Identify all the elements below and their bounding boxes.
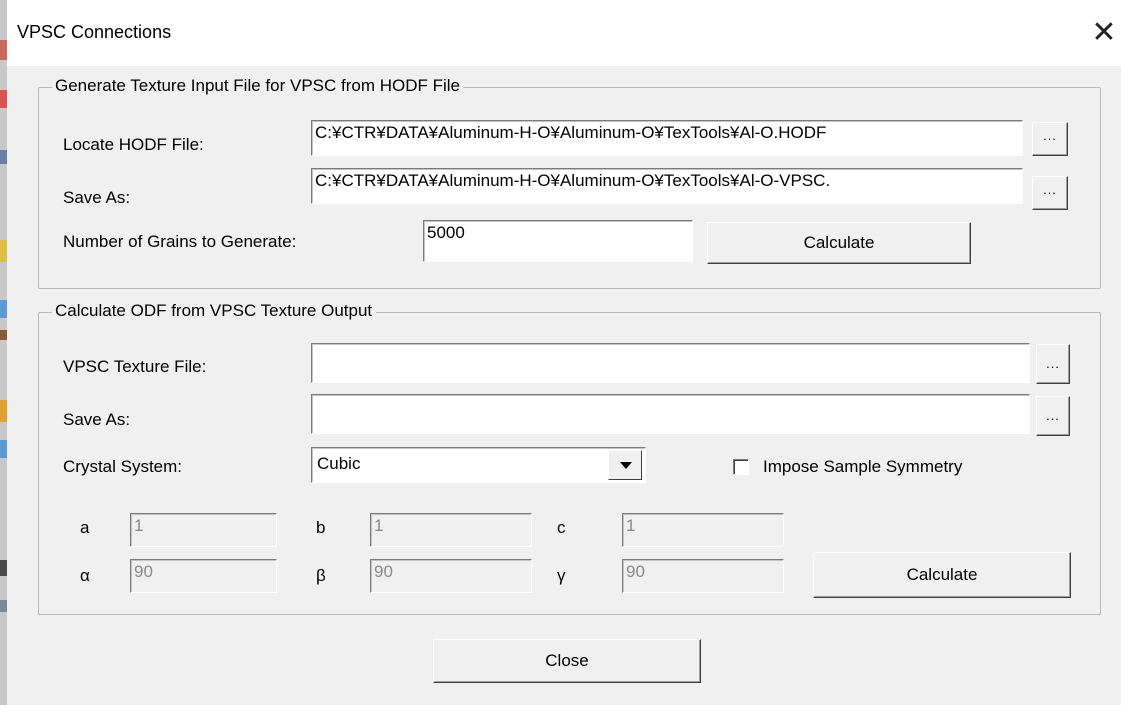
param-c-label: c bbox=[557, 518, 566, 537]
param-a-input[interactable]: 1 bbox=[130, 513, 277, 547]
grains-input[interactable]: 5000 bbox=[423, 220, 693, 262]
odf-save-browse-button[interactable]: ... bbox=[1036, 396, 1070, 436]
close-button[interactable]: Close bbox=[433, 639, 701, 683]
generate-texture-legend: Generate Texture Input File for VPSC fro… bbox=[52, 76, 464, 96]
hodf-file-label: Locate HODF File: bbox=[63, 135, 204, 154]
odf-save-as-input[interactable] bbox=[311, 394, 1030, 434]
param-gamma-label: γ bbox=[557, 566, 566, 585]
crystal-system-value: Cubic bbox=[317, 454, 361, 473]
chevron-down-icon bbox=[620, 462, 632, 469]
param-gamma-input[interactable]: 90 bbox=[622, 559, 784, 593]
hodf-browse-button[interactable]: ... bbox=[1032, 122, 1068, 156]
texture-browse-button[interactable]: ... bbox=[1036, 344, 1070, 384]
crystal-system-label: Crystal System: bbox=[63, 457, 183, 476]
odf-save-as-label: Save As: bbox=[63, 410, 131, 429]
desktop-background-strip bbox=[0, 0, 7, 705]
texture-file-input[interactable] bbox=[311, 343, 1030, 383]
close-icon[interactable]: ✕ bbox=[1087, 14, 1121, 52]
texture-file-label: VPSC Texture File: bbox=[63, 357, 207, 376]
crystal-system-select[interactable]: Cubic bbox=[311, 447, 646, 483]
impose-symmetry-label: Impose Sample Symmetry bbox=[763, 457, 963, 476]
calculate-odf-legend: Calculate ODF from VPSC Texture Output bbox=[52, 301, 377, 321]
save-as-input[interactable]: C:¥CTR¥DATA¥Aluminum-H-O¥Aluminum-O¥TexT… bbox=[311, 168, 1023, 204]
generate-calculate-button[interactable]: Calculate bbox=[707, 222, 971, 264]
impose-symmetry-checkbox[interactable] bbox=[733, 459, 749, 475]
odf-calculate-button[interactable]: Calculate bbox=[813, 552, 1071, 598]
param-a-label: a bbox=[80, 518, 90, 537]
param-b-label: b bbox=[316, 518, 326, 537]
param-alpha-label: α bbox=[80, 566, 90, 585]
save-as-label: Save As: bbox=[63, 188, 131, 207]
param-b-input[interactable]: 1 bbox=[370, 513, 532, 547]
param-alpha-input[interactable]: 90 bbox=[130, 559, 277, 593]
window-title: VPSC Connections bbox=[17, 22, 172, 42]
param-beta-input[interactable]: 90 bbox=[370, 559, 532, 593]
hodf-file-input[interactable]: C:¥CTR¥DATA¥Aluminum-H-O¥Aluminum-O¥TexT… bbox=[311, 120, 1023, 156]
save-as-browse-button[interactable]: ... bbox=[1032, 176, 1068, 210]
param-beta-label: β bbox=[316, 566, 326, 585]
crystal-system-dropdown-button[interactable] bbox=[608, 450, 642, 480]
grains-label: Number of Grains to Generate: bbox=[63, 232, 297, 251]
title-bar: VPSC Connections ✕ bbox=[7, 0, 1121, 66]
param-c-input[interactable]: 1 bbox=[622, 513, 784, 547]
